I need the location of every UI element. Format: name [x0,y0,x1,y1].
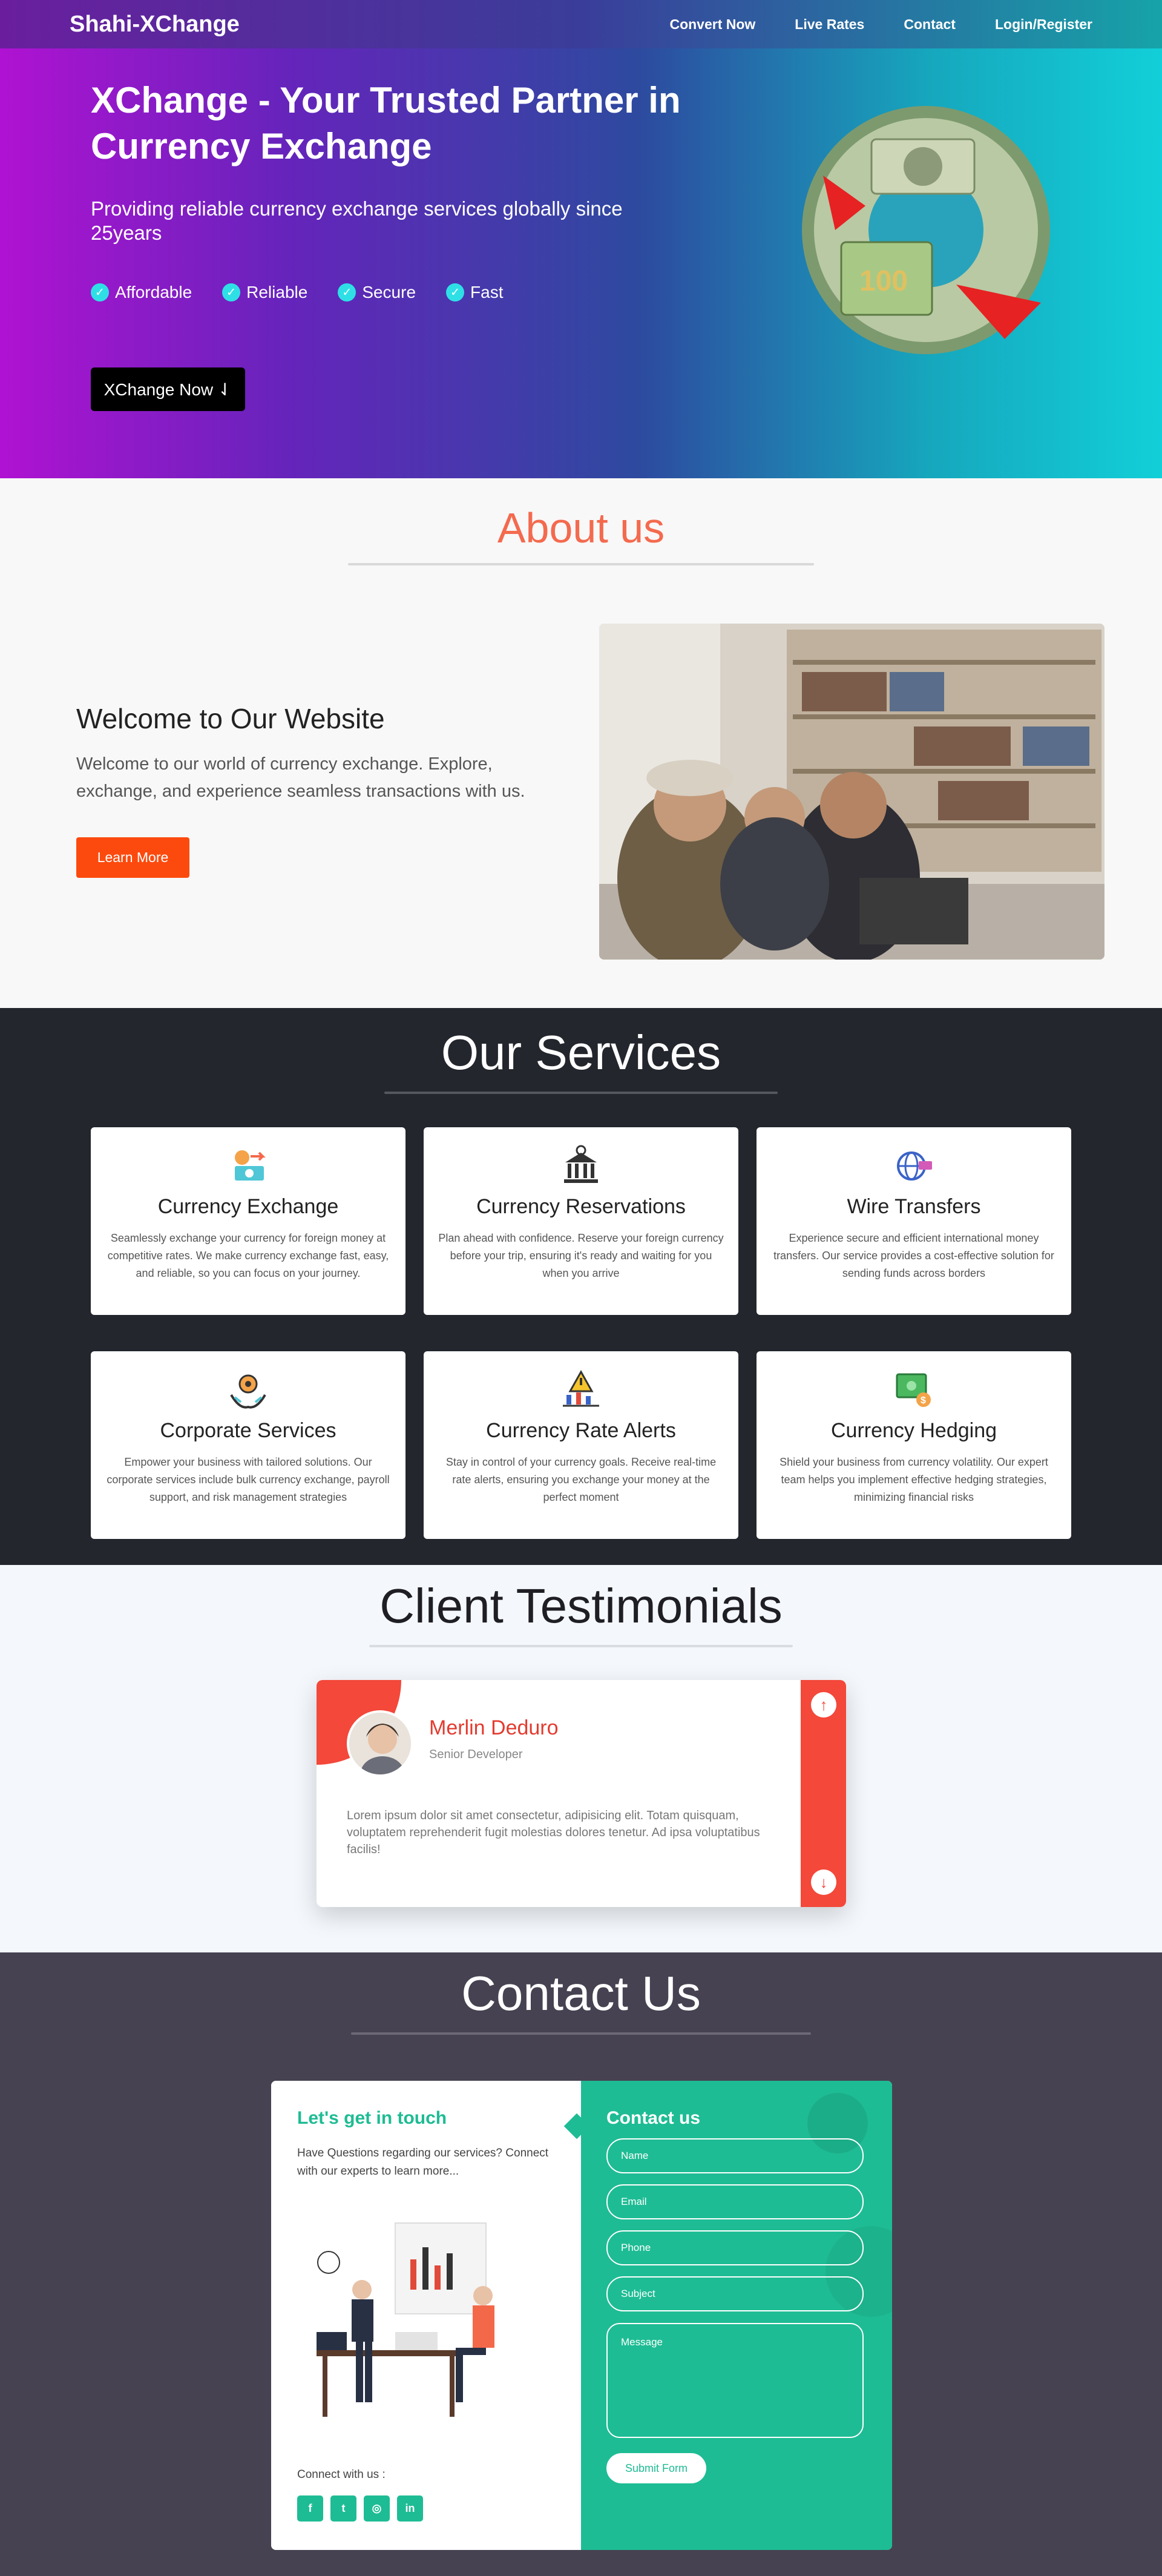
contact-form-panel: Contact us Submit Form [581,2081,892,2550]
service-description: Stay in control of your currency goals. … [445,1456,717,1503]
service-card-currency-exchange[interactable]: Currency Exchange Seamlessly exchange yo… [91,1127,405,1315]
feature-secure: ✓ Secure [338,283,416,302]
brand-logo[interactable]: Shahi-XChange [70,12,240,38]
email-field[interactable] [606,2184,864,2219]
services-title-divider [384,1092,778,1094]
contact-info-title: Let's get in touch [297,2108,447,2128]
service-card-wire-transfers[interactable]: Wire Transfers Experience secure and eff… [757,1127,1071,1315]
arrow-up-icon[interactable]: ↑ [811,1692,836,1718]
service-card-currency-reservations[interactable]: Currency Reservations Plan ahead with co… [424,1127,738,1315]
hero-section: XChange - Your Trusted Partner in Curren… [0,0,1162,478]
service-description: Shield your business from currency volat… [780,1456,1048,1503]
linkedin-icon[interactable]: in [397,2495,423,2522]
top-navbar: Shahi-XChange Convert Now Live Rates Con… [0,0,1162,48]
social-links: f t ◎ in [297,2495,423,2522]
currency-exchange-icon [225,1143,271,1189]
feature-label: Reliable [246,283,308,301]
feature-label: Secure [362,283,416,301]
service-title: Corporate Services [160,1419,336,1442]
feature-affordable: ✓ Affordable [91,283,192,302]
nav-links: Convert Now Live Rates Contact Login/Reg… [669,16,1092,33]
globe-transfer-icon [891,1143,937,1189]
name-field[interactable] [606,2138,864,2173]
team-photo [599,624,1105,960]
message-field[interactable] [606,2323,864,2438]
submit-form-button[interactable]: Submit Form [606,2453,706,2483]
currency-exchange-illustration: 100 [802,106,1050,354]
hero-title: XChange - Your Trusted Partner in Curren… [91,80,681,166]
feature-fast: ✓ Fast [446,283,504,302]
about-title: About us [497,504,665,552]
service-title: Wire Transfers [847,1195,981,1218]
service-title: Currency Rate Alerts [486,1419,676,1442]
service-description: Empower your business with tailored solu… [107,1456,390,1503]
service-description: Experience secure and efficient internat… [773,1232,1054,1279]
nav-link-contact[interactable]: Contact [904,16,956,33]
services-title: Our Services [441,1026,721,1079]
testimonial-name: Merlin Deduro [429,1716,559,1739]
instagram-icon[interactable]: ◎ [364,2495,390,2522]
service-title: Currency Exchange [157,1195,339,1218]
about-title-divider [348,563,814,565]
nav-link-live-rates[interactable]: Live Rates [795,16,864,33]
connect-label: Connect with us : [297,2468,386,2481]
about-section: About us Welcome to Our Website Welcome … [0,478,1162,1008]
about-description: Welcome to our world of currency exchang… [76,754,525,801]
testimonials-title-divider [369,1645,793,1647]
contact-info-panel: Let's get in touch Have Questions regard… [271,2081,581,2550]
avatar [347,1710,413,1777]
contact-form-title: Contact us [606,2108,701,2128]
service-title: Currency Hedging [830,1419,997,1442]
nav-link-login-register[interactable]: Login/Register [995,16,1092,33]
service-description: Plan ahead with confidence. Reserve your… [438,1232,724,1279]
contact-section: Contact Us Let's get in touch Have Quest… [0,1952,1162,2576]
testimonial-role: Senior Developer [429,1748,523,1761]
business-meeting-illustration [317,2222,494,2417]
twitter-icon[interactable]: t [330,2495,356,2522]
contact-info-text: Have Questions regarding our services? C… [297,2147,549,2178]
xchange-now-button[interactable]: XChange Now ⇃ [91,367,245,411]
feature-label: Affordable [115,283,192,301]
check-circle-icon: ✓ [91,283,109,301]
service-card-corporate-services[interactable]: Corporate Services Empower your business… [91,1351,405,1539]
service-title: Currency Reservations [476,1195,686,1218]
hero-features: ✓ Affordable ✓ Reliable ✓ Secure ✓ Fast [91,283,504,302]
service-card-currency-hedging[interactable]: $ Currency Hedging Shield your business … [757,1351,1071,1539]
svg-text:$: $ [921,1395,926,1406]
bank-icon [558,1143,604,1189]
contact-title: Contact Us [461,1966,701,2020]
learn-more-button[interactable]: Learn More [76,837,189,878]
feature-reliable: ✓ Reliable [222,283,307,302]
svg-text:100: 100 [859,265,908,297]
service-card-currency-rate-alerts[interactable]: Currency Rate Alerts Stay in control of … [424,1351,738,1539]
feature-label: Fast [470,283,504,301]
contact-title-divider [351,2032,811,2035]
check-circle-icon: ✓ [222,283,241,301]
check-circle-icon: ✓ [446,283,465,301]
about-heading: Welcome to Our Website [76,703,385,734]
hero-subtitle: Providing reliable currency exchange ser… [91,197,623,244]
contact-box: Let's get in touch Have Questions regard… [271,2081,892,2550]
subject-field[interactable] [606,2276,864,2311]
services-section: Our Services Currency Exchange Seamlessl… [0,1008,1162,1565]
testimonials-section: Client Testimonials Merlin Deduro Senior… [0,1565,1162,1952]
testimonial-nav-bar: ↑ ↓ [801,1680,846,1907]
about-text-block: Welcome to Our Website Welcome to our wo… [76,702,548,805]
alert-chart-icon [558,1367,604,1413]
money-shield-icon: $ [891,1367,937,1413]
check-circle-icon: ✓ [338,283,356,301]
arrow-down-icon[interactable]: ↓ [811,1869,836,1895]
phone-field[interactable] [606,2230,864,2265]
testimonials-title: Client Testimonials [379,1579,783,1633]
facebook-icon[interactable]: f [297,2495,323,2522]
service-description: Seamlessly exchange your currency for fo… [107,1232,389,1279]
testimonial-quote: Lorem ipsum dolor sit amet consectetur, … [347,1809,760,1856]
testimonial-card: Merlin Deduro Senior Developer Lorem ips… [317,1680,846,1907]
nav-link-convert-now[interactable]: Convert Now [669,16,755,33]
hand-gear-icon [225,1367,271,1413]
